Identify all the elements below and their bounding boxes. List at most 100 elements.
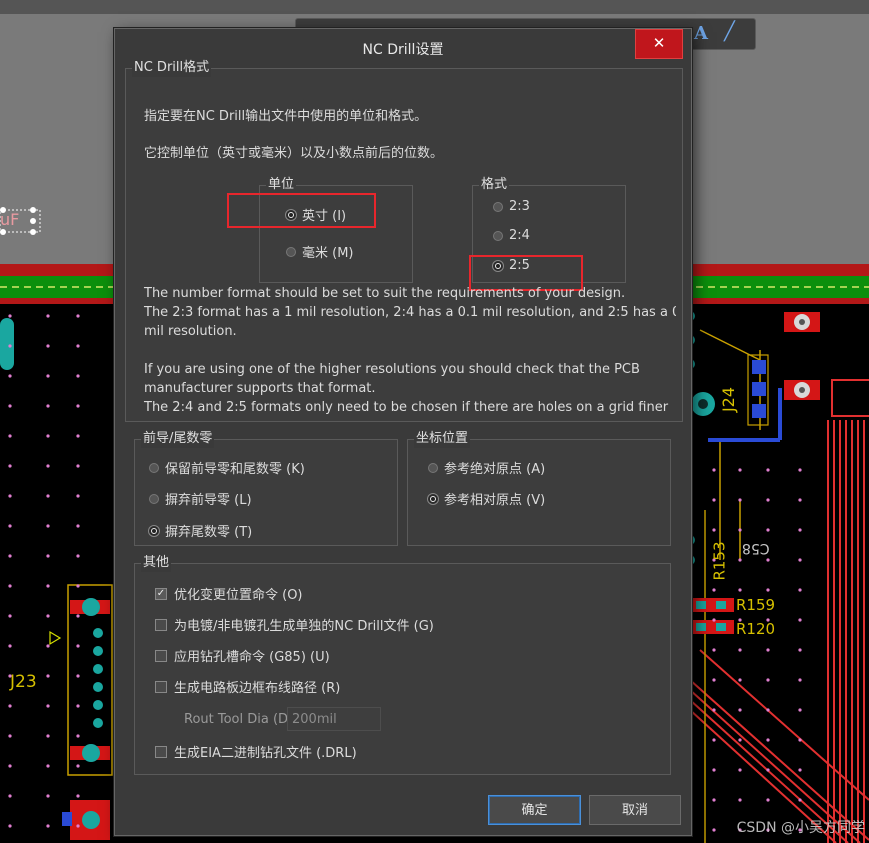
grid-point [76, 554, 80, 558]
format-note-line: mil resolution. [144, 324, 237, 339]
grid-point [8, 614, 12, 618]
grid-point [738, 768, 742, 772]
generate-board-outline-checkbox[interactable]: 生成电路板边框布线路径 (R) [155, 677, 340, 696]
grid-point [798, 588, 802, 592]
grid-point [46, 434, 50, 438]
grid-point [712, 618, 716, 622]
grid-point [798, 768, 802, 772]
grid-point [46, 824, 50, 828]
grid-point [712, 648, 716, 652]
grid-point [766, 798, 770, 802]
grid-point [46, 554, 50, 558]
checkmark-icon: ✓ [155, 587, 167, 600]
suppress-leading-label: 摒弃前导零 (L) [165, 493, 252, 508]
relative-origin-label: 参考相对原点 (V) [444, 493, 546, 508]
grid-point [46, 494, 50, 498]
checkbox-indicator [155, 680, 167, 693]
cancel-button[interactable]: 取消 [589, 795, 681, 825]
format-note-line: The number format should be set to suit … [144, 286, 626, 301]
grid-point [8, 494, 12, 498]
grid-point [766, 768, 770, 772]
grid-point [798, 648, 802, 652]
nc-drill-settings-dialog: NC Drill设置 ✕ NC Drill格式 指定要在NC Drill输出文件… [114, 28, 692, 836]
grid-point [76, 374, 80, 378]
grid-point [8, 314, 12, 318]
unit-mm-radio[interactable]: 毫米 (M) [286, 242, 354, 261]
generate-board-outline-label: 生成电路板边框布线路径 (R) [174, 681, 341, 696]
grid-point [798, 738, 802, 742]
optimize-change-location-checkbox[interactable]: ✓ 优化变更位置命令 (O) [155, 584, 303, 603]
grid-point [46, 674, 50, 678]
other-group-title: 其他 [141, 554, 172, 572]
separate-plated-files-label: 为电镀/非电镀孔生成单独的NC Drill文件 (G) [174, 619, 434, 634]
grid-point [46, 614, 50, 618]
grid-point [738, 468, 742, 472]
absolute-origin-radio[interactable]: 参考绝对原点 (A) [428, 458, 545, 477]
grid-point [8, 404, 12, 408]
rout-tool-dia-input[interactable]: 200mil [287, 707, 381, 731]
line-tool-icon[interactable]: ╱ [724, 21, 735, 42]
radio-indicator [493, 230, 503, 241]
coord-group-title: 坐标位置 [414, 430, 471, 448]
grid-point [46, 374, 50, 378]
uf-label-fragment: uF [0, 210, 20, 229]
grid-point [76, 404, 80, 408]
grid-point [76, 734, 80, 738]
grid-point [46, 464, 50, 468]
unit-mm-label: 毫米 (M) [302, 246, 354, 261]
grid-point [76, 314, 80, 318]
grid-point [46, 734, 50, 738]
grid-point [738, 738, 742, 742]
text-tool-icon[interactable]: A [694, 23, 708, 44]
coord-group: 坐标位置 参考绝对原点 (A) 参考相对原点 (V) [407, 430, 671, 546]
format-2-4-radio[interactable]: 2:4 [493, 228, 530, 243]
dialog-title: NC Drill设置 [362, 42, 444, 58]
grid-point [738, 648, 742, 652]
grid-point [738, 798, 742, 802]
ok-button[interactable]: 确定 [488, 795, 581, 825]
grid-point [46, 794, 50, 798]
use-drilled-slot-checkbox[interactable]: 应用钻孔槽命令 (G85) (U) [155, 646, 330, 665]
grid-point [712, 588, 716, 592]
grid-point [8, 524, 12, 528]
grid-point [766, 678, 770, 682]
grid-point [76, 494, 80, 498]
j23-label: J23 [10, 672, 37, 692]
format-2-3-radio[interactable]: 2:3 [493, 199, 530, 214]
eia-binary-checkbox[interactable]: 生成EIA二进制钻孔文件 (.DRL) [155, 742, 357, 761]
grid-point [712, 498, 716, 502]
grid-point [8, 584, 12, 588]
grid-point [798, 498, 802, 502]
grid-point [8, 434, 12, 438]
eia-binary-label: 生成EIA二进制钻孔文件 (.DRL) [174, 746, 357, 761]
radio-indicator [286, 246, 296, 257]
format-description-2: 它控制单位（英寸或毫米）以及小数点前后的位数。 [144, 146, 444, 161]
grid-point [798, 798, 802, 802]
grid-point [46, 644, 50, 648]
j24-label: J24 [719, 386, 739, 413]
format-2-3-label: 2:3 [509, 199, 530, 214]
use-drilled-slot-label: 应用钻孔槽命令 (G85) (U) [174, 650, 330, 665]
grid-point [798, 708, 802, 712]
suppress-trailing-radio[interactable]: 摒弃尾数零 (T) [149, 521, 252, 540]
keep-zeros-radio[interactable]: 保留前导零和尾数零 (K) [149, 458, 305, 477]
separate-plated-files-checkbox[interactable]: 为电镀/非电镀孔生成单独的NC Drill文件 (G) [155, 615, 434, 634]
format-note-line: If you are using one of the higher resol… [144, 362, 640, 377]
suppress-trailing-label: 摒弃尾数零 (T) [165, 525, 253, 540]
radio-indicator [493, 201, 503, 212]
close-button[interactable]: ✕ [635, 29, 683, 59]
grid-point [766, 648, 770, 652]
grid-point [766, 558, 770, 562]
grid-point [76, 584, 80, 588]
relative-origin-radio[interactable]: 参考相对原点 (V) [428, 489, 545, 508]
grid-point [76, 824, 80, 828]
keep-zeros-label: 保留前导零和尾数零 (K) [165, 462, 305, 477]
suppress-leading-radio[interactable]: 摒弃前导零 (L) [149, 489, 252, 508]
grid-point [8, 464, 12, 468]
grid-point [738, 498, 742, 502]
grid-point [798, 558, 802, 562]
grid-point [798, 678, 802, 682]
grid-point [76, 704, 80, 708]
grid-point [46, 704, 50, 708]
rout-tool-label: Rout Tool Dia (D [184, 712, 289, 727]
